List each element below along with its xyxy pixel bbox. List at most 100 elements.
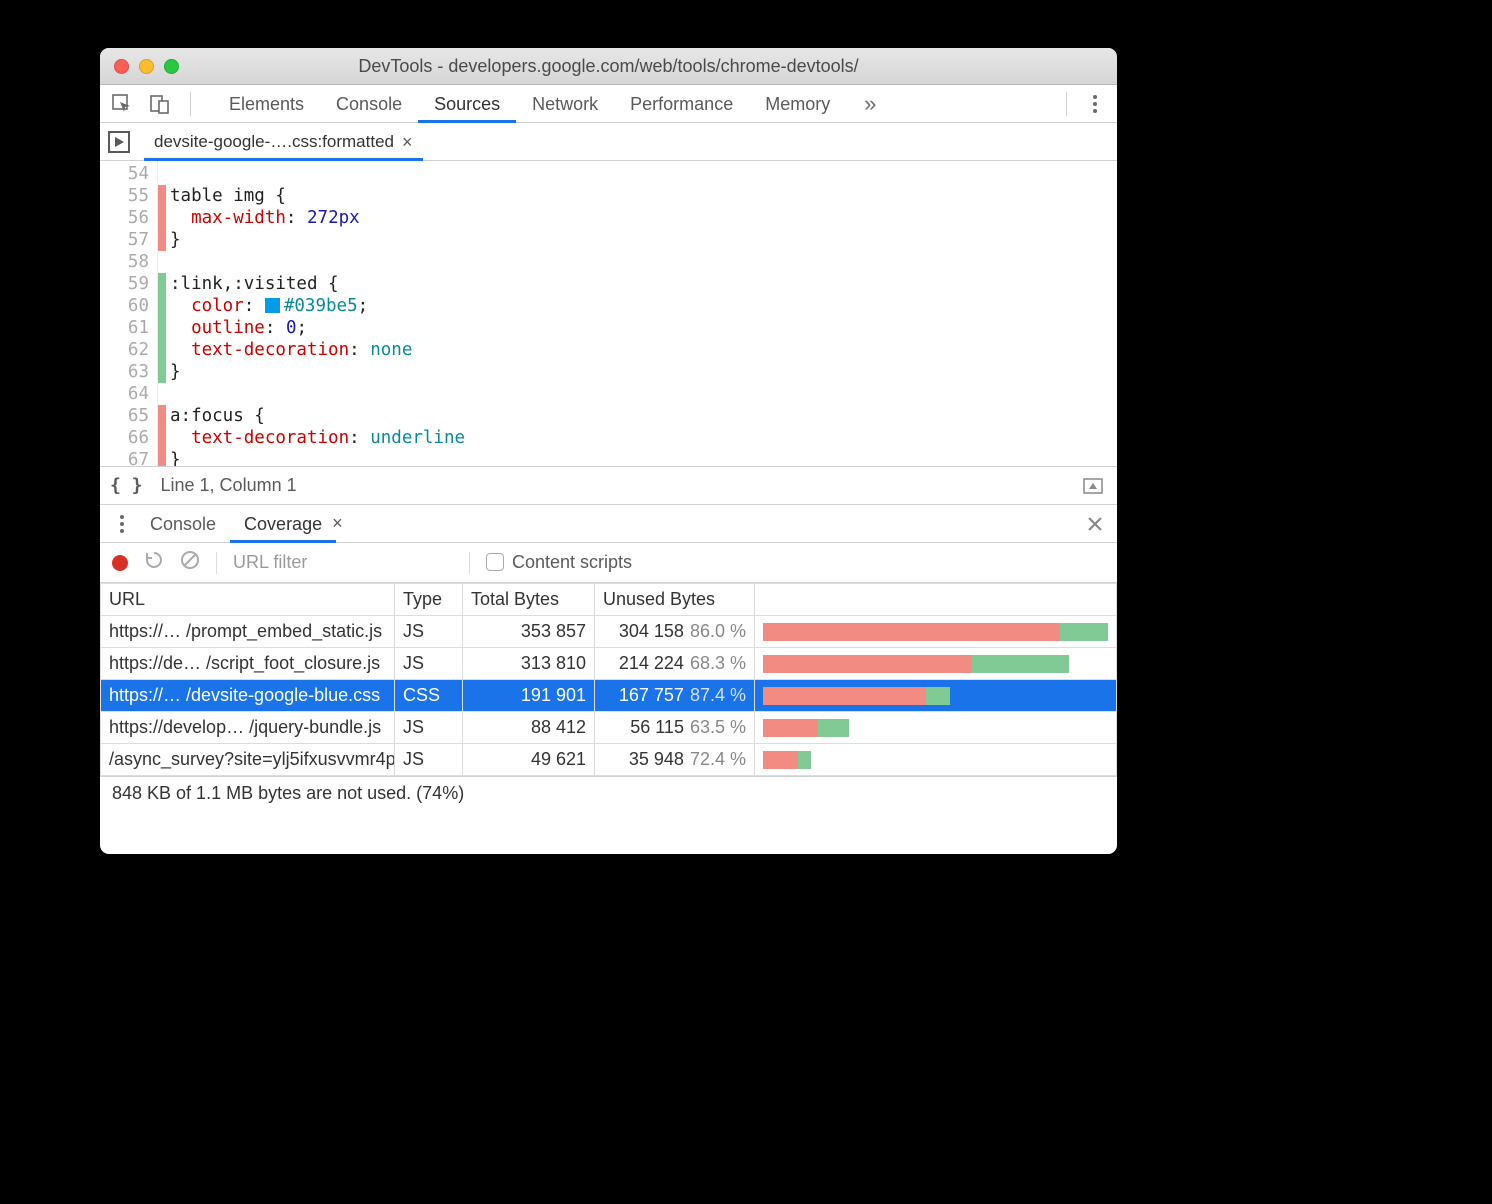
cell-type: JS xyxy=(395,744,463,776)
code-line[interactable] xyxy=(170,251,465,273)
coverage-gutter xyxy=(158,161,166,466)
settings-menu-icon[interactable] xyxy=(1081,90,1109,118)
code-line[interactable]: table img { xyxy=(170,185,465,207)
code-line[interactable]: } xyxy=(170,229,465,251)
table-row[interactable]: https://de… /script_foot_closure.jsJS313… xyxy=(101,648,1117,680)
cell-total: 49 621 xyxy=(463,744,595,776)
record-icon[interactable] xyxy=(112,555,128,571)
code-line[interactable]: color: #039be5; xyxy=(170,295,465,317)
cell-unused: 35 94872.4 % xyxy=(595,744,755,776)
code-line[interactable]: text-decoration: none xyxy=(170,339,465,361)
column-header[interactable]: Type xyxy=(395,584,463,616)
line-number: 58 xyxy=(100,251,157,273)
panel-tabs: ElementsConsoleSourcesNetworkPerformance… xyxy=(213,85,846,123)
line-number: 61 xyxy=(100,317,157,339)
coverage-marker xyxy=(158,273,166,295)
table-row[interactable]: https://… /devsite-google-blue.cssCSS191… xyxy=(101,680,1117,712)
cell-usage-bar xyxy=(755,744,1117,776)
drawer-tabbar: ConsoleCoverage × xyxy=(100,505,1117,543)
overflow-tabs-icon[interactable]: » xyxy=(856,90,884,118)
panel-tab-memory[interactable]: Memory xyxy=(749,85,846,123)
drawer-tab-console[interactable]: Console xyxy=(136,505,230,543)
coverage-marker xyxy=(158,449,166,467)
clear-icon[interactable] xyxy=(180,550,200,575)
line-number: 62 xyxy=(100,339,157,361)
line-number: 63 xyxy=(100,361,157,383)
close-window-icon[interactable] xyxy=(114,59,129,74)
line-number: 55 xyxy=(100,185,157,207)
panel-tab-performance[interactable]: Performance xyxy=(614,85,749,123)
reload-icon[interactable] xyxy=(144,550,164,575)
cell-type: JS xyxy=(395,712,463,744)
panel-tab-elements[interactable]: Elements xyxy=(213,85,320,123)
coverage-marker xyxy=(158,361,166,383)
show-navigator-icon[interactable] xyxy=(108,131,130,153)
code-content[interactable]: table img { max-width: 272px} :link,:vis… xyxy=(166,161,465,466)
table-row[interactable]: https://develop… /jquery-bundle.jsJS88 4… xyxy=(101,712,1117,744)
cell-usage-bar xyxy=(755,648,1117,680)
cell-total: 88 412 xyxy=(463,712,595,744)
toggle-sidebar-icon[interactable] xyxy=(1079,472,1107,500)
pretty-print-icon[interactable]: { } xyxy=(110,475,143,496)
code-editor[interactable]: 545556575859606162636465666768 table img… xyxy=(100,161,1117,467)
code-line[interactable]: } xyxy=(170,361,465,383)
table-row[interactable]: https://… /prompt_embed_static.jsJS353 8… xyxy=(101,616,1117,648)
close-drawer-icon[interactable] xyxy=(1081,510,1109,538)
coverage-marker xyxy=(158,317,166,339)
titlebar: DevTools - developers.google.com/web/too… xyxy=(100,48,1117,85)
cell-unused: 56 11563.5 % xyxy=(595,712,755,744)
coverage-marker xyxy=(158,207,166,229)
device-toggle-icon[interactable] xyxy=(146,90,174,118)
cell-unused: 304 15886.0 % xyxy=(595,616,755,648)
cell-type: CSS xyxy=(395,680,463,712)
url-filter-input[interactable]: URL filter xyxy=(233,552,453,573)
cell-url: https://… /prompt_embed_static.js xyxy=(101,616,395,648)
column-header[interactable] xyxy=(755,584,1117,616)
zoom-window-icon[interactable] xyxy=(164,59,179,74)
editor-statusbar: { } Line 1, Column 1 xyxy=(100,467,1117,505)
panel-tab-sources[interactable]: Sources xyxy=(418,85,516,123)
code-line[interactable]: outline: 0; xyxy=(170,317,465,339)
inspect-element-icon[interactable] xyxy=(108,90,136,118)
code-line[interactable]: text-decoration: underline xyxy=(170,427,465,449)
panel-tab-network[interactable]: Network xyxy=(516,85,614,123)
coverage-marker xyxy=(158,427,166,449)
cell-usage-bar xyxy=(755,616,1117,648)
cell-total: 313 810 xyxy=(463,648,595,680)
content-scripts-checkbox[interactable]: Content scripts xyxy=(486,552,632,573)
line-number: 56 xyxy=(100,207,157,229)
drawer-menu-icon[interactable] xyxy=(108,510,136,538)
coverage-toolbar: URL filter Content scripts xyxy=(100,543,1117,583)
code-line[interactable] xyxy=(170,383,465,405)
coverage-marker xyxy=(158,295,166,317)
column-header[interactable]: URL xyxy=(101,584,395,616)
code-line[interactable]: a:focus { xyxy=(170,405,465,427)
line-number: 64 xyxy=(100,383,157,405)
line-number: 59 xyxy=(100,273,157,295)
table-header-row: URLTypeTotal BytesUnused Bytes xyxy=(101,584,1117,616)
code-line[interactable]: :link,:visited { xyxy=(170,273,465,295)
cell-total: 353 857 xyxy=(463,616,595,648)
panel-tab-console[interactable]: Console xyxy=(320,85,418,123)
minimize-window-icon[interactable] xyxy=(139,59,154,74)
cell-type: JS xyxy=(395,616,463,648)
cell-unused: 167 75787.4 % xyxy=(595,680,755,712)
line-number: 67 xyxy=(100,449,157,467)
line-number-gutter: 545556575859606162636465666768 xyxy=(100,161,158,466)
coverage-marker xyxy=(158,185,166,207)
column-header[interactable]: Total Bytes xyxy=(463,584,595,616)
source-file-tab[interactable]: devsite-google-….css:formatted × xyxy=(144,123,423,161)
column-header[interactable]: Unused Bytes xyxy=(595,584,755,616)
code-line[interactable] xyxy=(170,163,465,185)
close-tab-icon[interactable]: × xyxy=(402,123,413,161)
table-row[interactable]: /async_survey?site=ylj5ifxusvvmr4pJS49 6… xyxy=(101,744,1117,776)
close-drawer-tab-icon[interactable]: × xyxy=(332,513,343,534)
code-line[interactable]: max-width: 272px xyxy=(170,207,465,229)
line-number: 57 xyxy=(100,229,157,251)
code-line[interactable]: } xyxy=(170,449,465,467)
cursor-position: Line 1, Column 1 xyxy=(161,475,297,496)
coverage-table: URLTypeTotal BytesUnused Bytes https://…… xyxy=(100,583,1117,776)
cell-type: JS xyxy=(395,648,463,680)
drawer-tab-coverage[interactable]: Coverage xyxy=(230,505,336,543)
checkbox-icon[interactable] xyxy=(486,553,504,571)
